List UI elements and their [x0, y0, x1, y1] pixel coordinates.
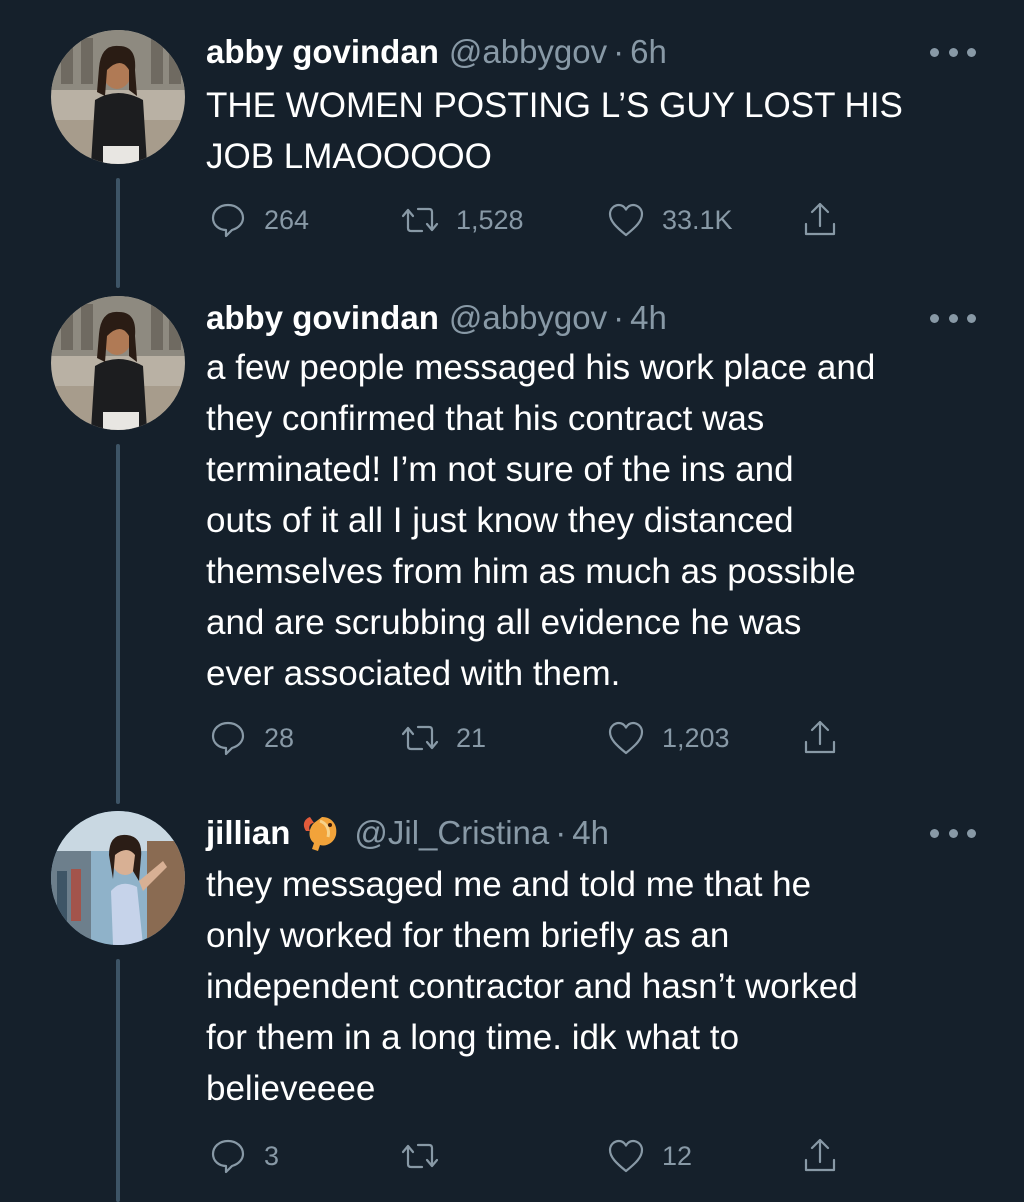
user-handle[interactable]: @Jil_Cristina [354, 814, 549, 852]
avatar[interactable] [51, 30, 185, 164]
retweet-icon [401, 725, 439, 751]
share-icon [804, 202, 836, 236]
tweet-header: jillian @Jil_Cristina · 4h [206, 811, 609, 855]
retweet-icon [401, 1143, 439, 1169]
retweet-button[interactable] [400, 1134, 456, 1178]
display-name[interactable]: jillian [206, 814, 290, 852]
timestamp[interactable]: 4h [630, 299, 667, 337]
retweet-button[interactable]: 21 [400, 716, 486, 760]
more-options-icon[interactable] [930, 823, 976, 843]
shrimp-icon [300, 811, 344, 855]
timestamp[interactable]: 4h [572, 814, 609, 852]
like-count: 1,203 [662, 722, 730, 753]
user-handle[interactable]: @abbygov [449, 299, 607, 337]
tweet-header: abby govindan @abbygov · 6h [206, 30, 667, 74]
reply-icon [211, 203, 245, 238]
reply-button[interactable]: 264 [208, 198, 309, 242]
like-button[interactable]: 1,203 [606, 716, 730, 760]
reply-icon [211, 721, 245, 756]
share-button[interactable] [800, 198, 840, 242]
separator-dot: · [555, 814, 567, 851]
user-handle[interactable]: @abbygov [449, 33, 607, 71]
avatar-photo-icon [51, 30, 185, 164]
avatar-photo-icon [51, 811, 185, 945]
like-count: 33.1K [662, 204, 733, 235]
display-name[interactable]: abby govindan [206, 33, 439, 71]
tweet-actions: 264 1,528 33.1K [0, 198, 1024, 242]
tweet-text: they messaged me and told me that he onl… [206, 865, 858, 1108]
heart-icon [608, 721, 644, 755]
timestamp[interactable]: 6h [630, 33, 667, 71]
avatar-photo-icon [51, 296, 185, 430]
tweet-text: THE WOMEN POSTING L’S GUY LOST HIS JOB L… [206, 86, 903, 176]
reply-button[interactable]: 28 [208, 716, 294, 760]
heart-icon [608, 1139, 644, 1173]
reply-icon [211, 1139, 245, 1174]
tweet-actions: 28 21 1,203 [0, 716, 1024, 760]
tweet-header: abby govindan @abbygov · 4h [206, 296, 667, 340]
retweet-icon [401, 207, 439, 233]
more-options-icon[interactable] [930, 308, 976, 328]
tweet-text: a few people messaged his work place and… [206, 348, 876, 693]
share-icon [804, 720, 836, 754]
reply-count: 28 [264, 722, 295, 753]
reply-count: 264 [264, 204, 310, 235]
tweet-actions: 3 12 [0, 1134, 1024, 1178]
heart-icon [608, 203, 644, 237]
reply-count: 3 [264, 1140, 280, 1171]
retweet-button[interactable]: 1,528 [400, 198, 524, 242]
retweet-count: 1,528 [456, 204, 524, 235]
share-button[interactable] [800, 1134, 840, 1178]
like-button[interactable]: 12 [606, 1134, 692, 1178]
like-button[interactable]: 33.1K [606, 198, 733, 242]
display-name[interactable]: abby govindan [206, 299, 439, 337]
retweet-count: 21 [456, 722, 487, 753]
separator-dot: · [613, 33, 625, 70]
more-options-icon[interactable] [930, 42, 976, 62]
separator-dot: · [613, 299, 625, 336]
avatar[interactable] [51, 296, 185, 430]
reply-button[interactable]: 3 [208, 1134, 279, 1178]
share-icon [804, 1138, 836, 1172]
share-button[interactable] [800, 716, 840, 760]
like-count: 12 [662, 1140, 693, 1171]
avatar[interactable] [51, 811, 185, 945]
